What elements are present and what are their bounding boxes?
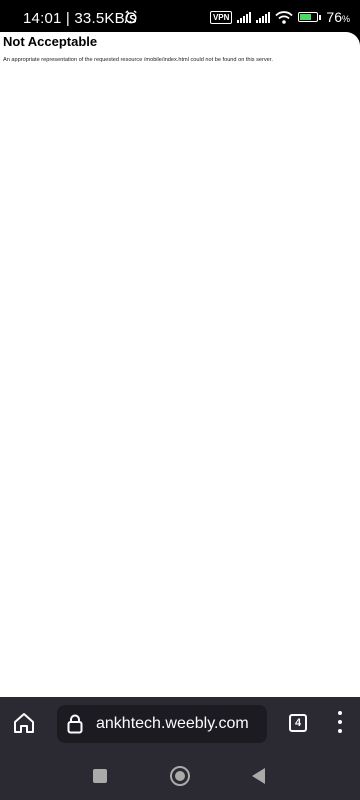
cell-signal-icon [237, 11, 252, 23]
status-time-speed: 14:01 | 33.5KB/s [23, 10, 137, 27]
system-nav-bar [0, 752, 360, 800]
home-icon[interactable] [12, 711, 36, 735]
cell-signal-icon [256, 11, 271, 23]
home-circle-icon[interactable] [170, 766, 190, 786]
wifi-icon [275, 10, 294, 24]
back-icon[interactable] [252, 768, 265, 784]
recents-icon[interactable] [93, 769, 107, 783]
alarm-icon [125, 10, 137, 24]
status-bar: 14:01 | 33.5KB/s VPN 76% [0, 0, 360, 32]
browser-toolbar: ankhtech.weebly.com 4 [0, 697, 360, 752]
status-right-group: VPN 76% [209, 9, 350, 25]
page-title: Not Acceptable [3, 34, 98, 49]
web-content: Not Acceptable An appropriate representa… [0, 32, 360, 697]
vpn-badge: VPN [209, 10, 233, 24]
battery-percent: 76% [326, 9, 350, 25]
battery-charging-icon [298, 12, 322, 22]
menu-icon[interactable] [335, 711, 345, 737]
url-bar[interactable]: ankhtech.weebly.com [57, 705, 267, 743]
tabs-counter-button[interactable]: 4 [289, 714, 307, 732]
url-text[interactable]: ankhtech.weebly.com [96, 715, 249, 733]
lock-icon[interactable] [67, 714, 83, 734]
tab-count: 4 [294, 717, 302, 729]
error-message: An appropriate representation of the req… [3, 57, 273, 63]
